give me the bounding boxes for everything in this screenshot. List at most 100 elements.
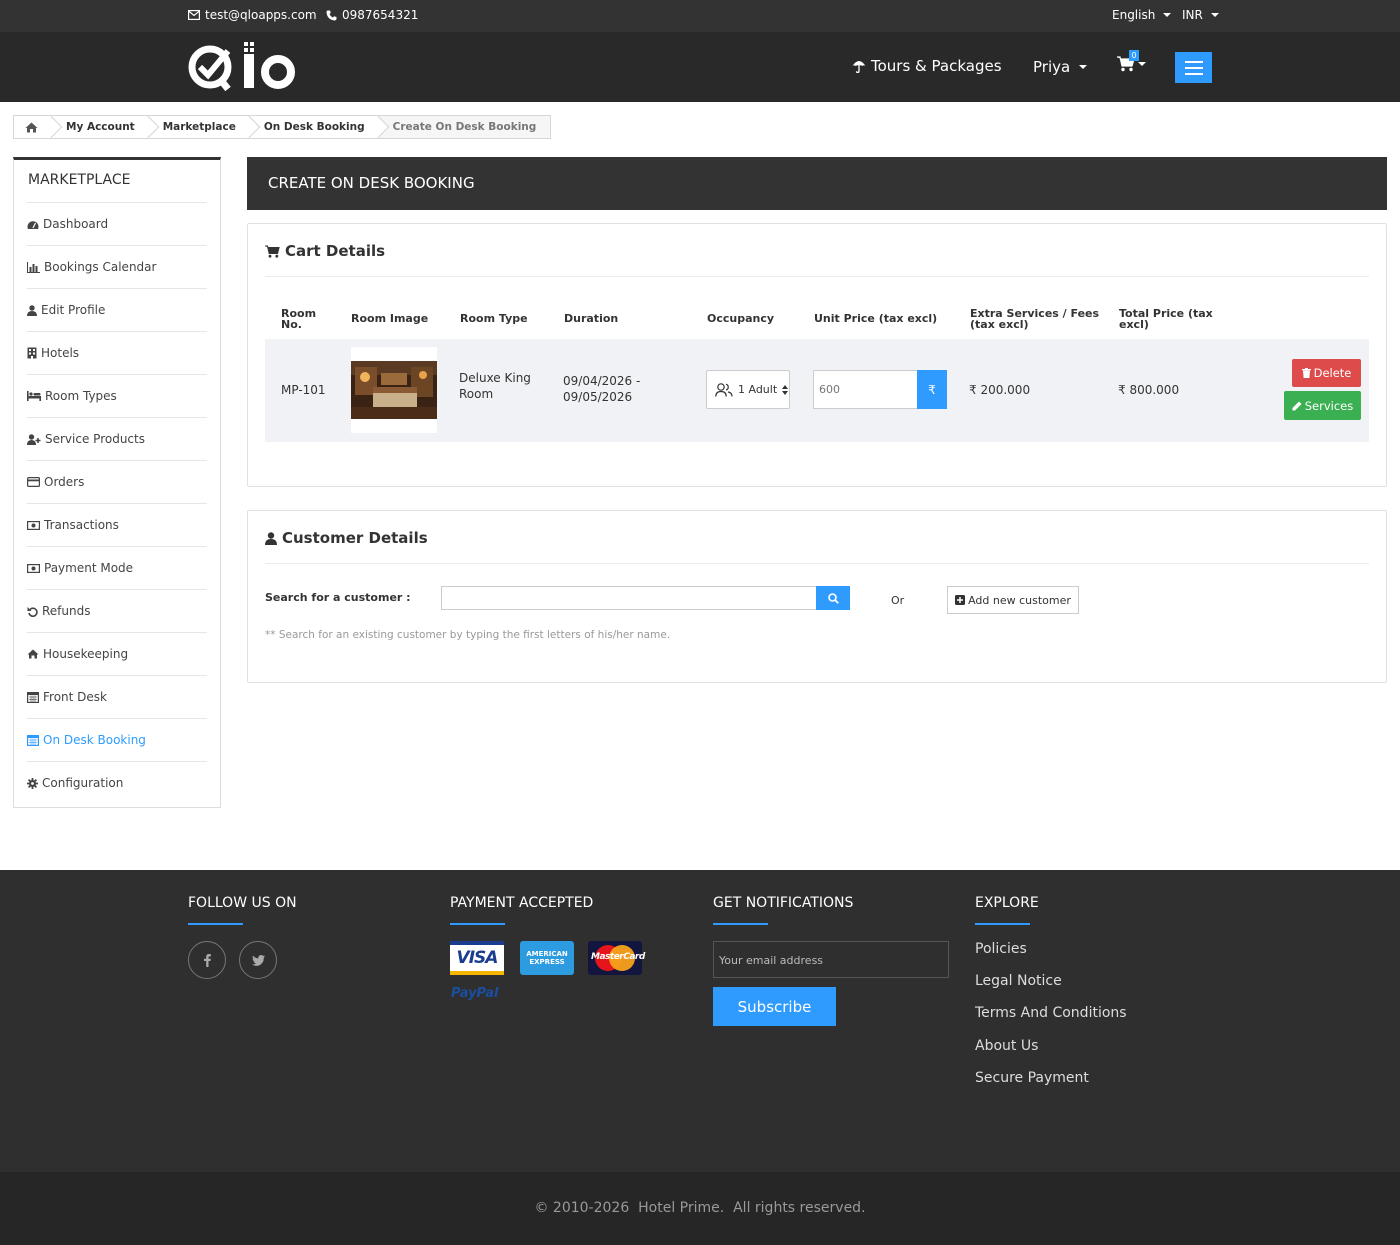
col-header-total-price: Total Price (tax excl) <box>1119 307 1213 331</box>
caret-down-icon <box>1163 13 1172 17</box>
paypal-logo: PayPal <box>451 986 499 1001</box>
breadcrumb-home[interactable] <box>14 116 52 138</box>
sidebar-item-housekeeping[interactable]: Housekeeping <box>27 632 207 675</box>
footer-link-terms[interactable]: Terms And Conditions <box>975 1005 1127 1021</box>
sidebar-item-front-desk[interactable]: Front Desk <box>27 675 207 718</box>
sidebar-item-transactions[interactable]: Transactions <box>27 503 207 546</box>
services-button[interactable]: Services <box>1284 391 1361 420</box>
customer-search-input[interactable] <box>441 586 817 610</box>
delete-label: Delete <box>1313 366 1352 380</box>
sidebar-item-label: Hotels <box>41 346 80 360</box>
customer-search-label: Search for a customer : <box>265 591 411 604</box>
sidebar-title: MARKETPLACE <box>28 172 131 188</box>
subscribe-button[interactable]: Subscribe <box>713 987 836 1026</box>
page-title: CREATE ON DESK BOOKING <box>247 157 1387 210</box>
room-image[interactable] <box>351 347 437 433</box>
user-plus-icon <box>27 433 41 445</box>
sidebar-item-room-types[interactable]: Room Types <box>27 374 207 417</box>
room-photo <box>351 361 437 419</box>
footer-notifications-heading: GET NOTIFICATIONS <box>713 895 854 911</box>
mastercard-logo: MasterCard <box>588 941 645 975</box>
sidebar-item-payment-mode[interactable]: Payment Mode <box>27 546 207 589</box>
currency-button[interactable]: ₹ <box>917 370 947 409</box>
dashboard-icon <box>27 220 39 229</box>
phone-text: 0987654321 <box>342 8 419 22</box>
hamburger-bar <box>1184 60 1203 63</box>
divider <box>265 276 1369 277</box>
extra-services-price: ₹ 200.000 <box>969 383 1031 397</box>
breadcrumb-current: Create On Desk Booking <box>378 116 551 138</box>
shopping-cart-icon <box>265 244 280 258</box>
sidebar-item-label: Edit Profile <box>41 303 106 317</box>
sidebar-item-label: Configuration <box>42 776 124 790</box>
home-icon <box>27 649 39 659</box>
twitter-button[interactable] <box>239 941 277 979</box>
visa-logo: VISA <box>450 941 504 975</box>
sidebar-item-configuration[interactable]: Configuration <box>27 761 207 804</box>
add-new-customer-button[interactable]: Add new customer <box>947 586 1079 614</box>
site-footer: FOLLOW US ON PAYMENT ACCEPTED VISA AMERI… <box>0 870 1400 1172</box>
user-dropdown[interactable]: Priya <box>1033 58 1088 76</box>
footer-link-legal-notice[interactable]: Legal Notice <box>975 973 1062 989</box>
credit-card-icon <box>27 477 40 487</box>
sidebar-item-label: Service Products <box>45 432 145 446</box>
cart-title-text: Cart Details <box>285 242 386 260</box>
sidebar-item-edit-profile[interactable]: Edit Profile <box>27 288 207 331</box>
breadcrumb-on-desk-booking[interactable]: On Desk Booking <box>249 116 379 138</box>
heading-underline <box>713 923 768 925</box>
nav-tours-packages[interactable]: Tours & Packages <box>852 57 1002 75</box>
footer-follow-heading: FOLLOW US ON <box>188 895 297 911</box>
sidebar-item-label: Dashboard <box>43 217 109 231</box>
menu-toggle-button[interactable] <box>1175 52 1212 83</box>
contact-email[interactable]: test@qloapps.com <box>188 8 317 22</box>
twitter-icon <box>251 954 265 966</box>
sidebar-item-service-products[interactable]: Service Products <box>27 417 207 460</box>
col-header-room-no: Room No. <box>281 307 317 331</box>
footer-link-about-us[interactable]: About Us <box>975 1038 1038 1054</box>
cart-count-badge: 0 <box>1129 50 1139 61</box>
copyright-bar: © 2010-2026 Hotel Prime. All rights rese… <box>0 1172 1400 1245</box>
sidebar-item-on-desk-booking[interactable]: On Desk Booking <box>27 718 207 761</box>
sidebar-item-label: Housekeeping <box>43 647 129 661</box>
newsletter-email-input[interactable]: Your email address <box>713 941 949 978</box>
sidebar-item-label: Refunds <box>42 604 91 618</box>
sidebar-item-orders[interactable]: Orders <box>27 460 207 503</box>
room-type: Deluxe King Room <box>459 371 531 401</box>
caret-down-icon <box>1210 13 1219 17</box>
delete-button[interactable]: Delete <box>1292 359 1361 387</box>
facebook-button[interactable] <box>188 941 226 979</box>
breadcrumb-marketplace[interactable]: Marketplace <box>148 116 250 138</box>
occupancy-dropdown[interactable]: 1 Adult <box>706 370 790 409</box>
currency-dropdown[interactable]: INR <box>1182 8 1219 22</box>
language-dropdown[interactable]: English <box>1112 8 1172 22</box>
cart-button[interactable]: 0 <box>1117 50 1146 72</box>
email-text: test@qloapps.com <box>205 8 317 22</box>
sidebar-item-label: Payment Mode <box>44 561 134 575</box>
customer-search-button[interactable] <box>816 586 850 610</box>
heading-underline <box>450 923 505 925</box>
sidebar-item-bookings-calendar[interactable]: Bookings Calendar <box>27 245 207 288</box>
hamburger-bar <box>1184 72 1203 75</box>
sidebar-item-label: Transactions <box>44 518 119 532</box>
sidebar-item-refunds[interactable]: Refunds <box>27 589 207 632</box>
breadcrumb-my-account[interactable]: My Account <box>52 116 149 138</box>
col-header-extra-services: Extra Services / Fees (tax excl) <box>970 307 1100 331</box>
room-number: MP-101 <box>281 383 326 397</box>
gear-icon <box>27 777 38 789</box>
unit-price-input[interactable] <box>813 370 918 409</box>
site-logo[interactable] <box>188 41 296 93</box>
or-text: Or <box>891 594 905 607</box>
col-header-room-image: Room Image <box>351 312 429 325</box>
undo-icon <box>27 606 38 617</box>
pencil-icon <box>1292 401 1302 410</box>
sidebar-item-hotels[interactable]: Hotels <box>27 331 207 374</box>
customer-search-hint: ** Search for an existing customer by ty… <box>265 629 671 641</box>
footer-link-policies[interactable]: Policies <box>975 941 1027 957</box>
breadcrumb: My Account Marketplace On Desk Booking C… <box>13 115 552 139</box>
footer-link-secure-payment[interactable]: Secure Payment <box>975 1070 1089 1086</box>
money-icon <box>27 520 40 530</box>
site-header: Tours & Packages Priya 0 <box>0 32 1400 102</box>
tours-label: Tours & Packages <box>871 57 1002 75</box>
sidebar-item-dashboard[interactable]: Dashboard <box>27 202 207 245</box>
contact-phone[interactable]: 0987654321 <box>326 8 418 22</box>
